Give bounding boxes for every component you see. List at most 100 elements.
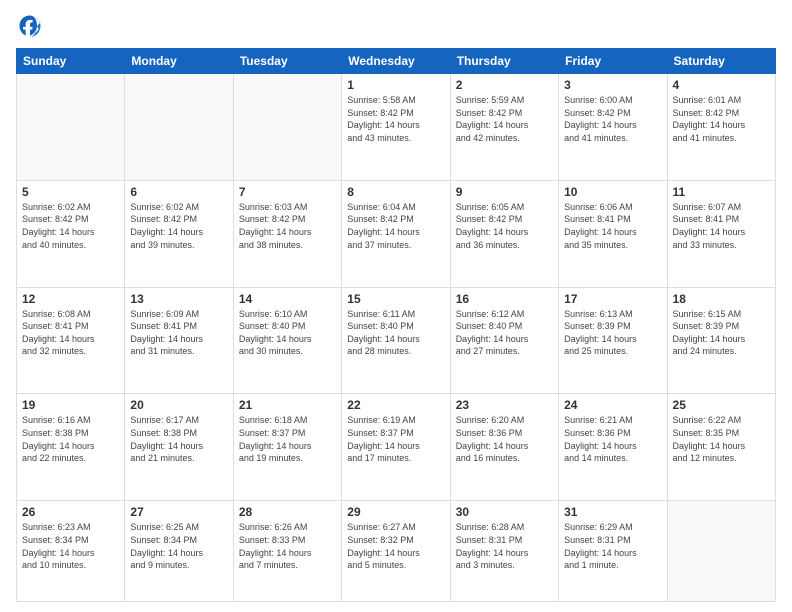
calendar-day-31: 31 Sunrise: 6:29 AM Sunset: 8:31 PM Dayli… xyxy=(559,501,667,602)
calendar-day-empty xyxy=(667,501,775,602)
logo-icon xyxy=(16,12,44,40)
calendar-day-empty xyxy=(17,74,125,181)
calendar-day-19: 19 Sunrise: 6:16 AM Sunset: 8:38 PM Dayli… xyxy=(17,394,125,501)
day-number: 7 xyxy=(239,185,336,199)
day-number: 3 xyxy=(564,78,661,92)
day-number: 29 xyxy=(347,505,444,519)
calendar-day-24: 24 Sunrise: 6:21 AM Sunset: 8:36 PM Dayli… xyxy=(559,394,667,501)
day-info: Sunrise: 6:10 AM Sunset: 8:40 PM Dayligh… xyxy=(239,308,336,358)
calendar-day-3: 3 Sunrise: 6:00 AM Sunset: 8:42 PM Daylig… xyxy=(559,74,667,181)
calendar-day-1: 1 Sunrise: 5:58 AM Sunset: 8:42 PM Daylig… xyxy=(342,74,450,181)
day-info: Sunrise: 5:58 AM Sunset: 8:42 PM Dayligh… xyxy=(347,94,444,144)
day-info: Sunrise: 6:03 AM Sunset: 8:42 PM Dayligh… xyxy=(239,201,336,251)
day-info: Sunrise: 6:02 AM Sunset: 8:42 PM Dayligh… xyxy=(22,201,119,251)
calendar-day-14: 14 Sunrise: 6:10 AM Sunset: 8:40 PM Dayli… xyxy=(233,287,341,394)
day-number: 20 xyxy=(130,398,227,412)
day-number: 10 xyxy=(564,185,661,199)
calendar-day-18: 18Sunrise: 6:15 AM Sunset: 8:39 PM Dayli… xyxy=(667,287,775,394)
calendar-weekday-sunday: Sunday xyxy=(17,49,125,74)
day-number: 6 xyxy=(130,185,227,199)
calendar-day-20: 20Sunrise: 6:17 AM Sunset: 8:38 PM Dayli… xyxy=(125,394,233,501)
calendar-day-9: 9 Sunrise: 6:05 AM Sunset: 8:42 PM Daylig… xyxy=(450,180,558,287)
calendar-week-row: 26 Sunrise: 6:23 AM Sunset: 8:34 PM Dayli… xyxy=(17,501,776,602)
calendar-weekday-wednesday: Wednesday xyxy=(342,49,450,74)
day-number: 26 xyxy=(22,505,119,519)
day-number: 8 xyxy=(347,185,444,199)
calendar-week-row: 19 Sunrise: 6:16 AM Sunset: 8:38 PM Dayli… xyxy=(17,394,776,501)
calendar-week-row: 5 Sunrise: 6:02 AM Sunset: 8:42 PM Daylig… xyxy=(17,180,776,287)
calendar-day-15: 15Sunrise: 6:11 AM Sunset: 8:40 PM Dayli… xyxy=(342,287,450,394)
page: SundayMondayTuesdayWednesdayThursdayFrid… xyxy=(0,0,792,612)
calendar-day-29: 29 Sunrise: 6:27 AM Sunset: 8:32 PM Dayli… xyxy=(342,501,450,602)
calendar-day-8: 8 Sunrise: 6:04 AM Sunset: 8:42 PM Daylig… xyxy=(342,180,450,287)
day-number: 13 xyxy=(130,292,227,306)
day-number: 27 xyxy=(130,505,227,519)
day-number: 31 xyxy=(564,505,661,519)
day-info: Sunrise: 6:07 AM Sunset: 8:41 PM Dayligh… xyxy=(673,201,770,251)
day-info: Sunrise: 6:27 AM Sunset: 8:32 PM Dayligh… xyxy=(347,521,444,571)
calendar-day-12: 12 Sunrise: 6:08 AM Sunset: 8:41 PM Dayli… xyxy=(17,287,125,394)
calendar-day-26: 26 Sunrise: 6:23 AM Sunset: 8:34 PM Dayli… xyxy=(17,501,125,602)
day-info: Sunrise: 6:25 AM Sunset: 8:34 PM Dayligh… xyxy=(130,521,227,571)
day-number: 16 xyxy=(456,292,553,306)
day-info: Sunrise: 6:08 AM Sunset: 8:41 PM Dayligh… xyxy=(22,308,119,358)
calendar-day-5: 5 Sunrise: 6:02 AM Sunset: 8:42 PM Daylig… xyxy=(17,180,125,287)
day-info: Sunrise: 6:19 AM Sunset: 8:37 PM Dayligh… xyxy=(347,414,444,464)
calendar-day-13: 13 Sunrise: 6:09 AM Sunset: 8:41 PM Dayli… xyxy=(125,287,233,394)
header xyxy=(16,12,776,40)
day-number: 12 xyxy=(22,292,119,306)
day-number: 24 xyxy=(564,398,661,412)
calendar-day-25: 25Sunrise: 6:22 AM Sunset: 8:35 PM Dayli… xyxy=(667,394,775,501)
day-info: Sunrise: 6:21 AM Sunset: 8:36 PM Dayligh… xyxy=(564,414,661,464)
day-info: Sunrise: 6:02 AM Sunset: 8:42 PM Dayligh… xyxy=(130,201,227,251)
calendar-day-10: 10Sunrise: 6:06 AM Sunset: 8:41 PM Dayli… xyxy=(559,180,667,287)
day-info: Sunrise: 6:01 AM Sunset: 8:42 PM Dayligh… xyxy=(673,94,770,144)
day-info: Sunrise: 6:28 AM Sunset: 8:31 PM Dayligh… xyxy=(456,521,553,571)
day-info: Sunrise: 5:59 AM Sunset: 8:42 PM Dayligh… xyxy=(456,94,553,144)
calendar-day-21: 21 Sunrise: 6:18 AM Sunset: 8:37 PM Dayli… xyxy=(233,394,341,501)
day-number: 28 xyxy=(239,505,336,519)
calendar-day-2: 2Sunrise: 5:59 AM Sunset: 8:42 PM Daylig… xyxy=(450,74,558,181)
day-info: Sunrise: 6:13 AM Sunset: 8:39 PM Dayligh… xyxy=(564,308,661,358)
calendar-day-28: 28 Sunrise: 6:26 AM Sunset: 8:33 PM Dayli… xyxy=(233,501,341,602)
calendar-day-22: 22 Sunrise: 6:19 AM Sunset: 8:37 PM Dayli… xyxy=(342,394,450,501)
calendar-day-empty xyxy=(233,74,341,181)
day-number: 21 xyxy=(239,398,336,412)
day-number: 19 xyxy=(22,398,119,412)
calendar-table: SundayMondayTuesdayWednesdayThursdayFrid… xyxy=(16,48,776,602)
calendar-day-6: 6 Sunrise: 6:02 AM Sunset: 8:42 PM Daylig… xyxy=(125,180,233,287)
day-number: 9 xyxy=(456,185,553,199)
day-number: 5 xyxy=(22,185,119,199)
day-info: Sunrise: 6:23 AM Sunset: 8:34 PM Dayligh… xyxy=(22,521,119,571)
calendar-weekday-monday: Monday xyxy=(125,49,233,74)
day-info: Sunrise: 6:29 AM Sunset: 8:31 PM Dayligh… xyxy=(564,521,661,571)
calendar-day-16: 16 Sunrise: 6:12 AM Sunset: 8:40 PM Dayli… xyxy=(450,287,558,394)
day-number: 4 xyxy=(673,78,770,92)
day-info: Sunrise: 6:00 AM Sunset: 8:42 PM Dayligh… xyxy=(564,94,661,144)
day-number: 14 xyxy=(239,292,336,306)
calendar-day-empty xyxy=(125,74,233,181)
day-number: 22 xyxy=(347,398,444,412)
calendar-header-row: SundayMondayTuesdayWednesdayThursdayFrid… xyxy=(17,49,776,74)
day-number: 23 xyxy=(456,398,553,412)
day-info: Sunrise: 6:11 AM Sunset: 8:40 PM Dayligh… xyxy=(347,308,444,358)
calendar-day-4: 4 Sunrise: 6:01 AM Sunset: 8:42 PM Daylig… xyxy=(667,74,775,181)
calendar-weekday-friday: Friday xyxy=(559,49,667,74)
day-number: 17 xyxy=(564,292,661,306)
day-info: Sunrise: 6:18 AM Sunset: 8:37 PM Dayligh… xyxy=(239,414,336,464)
day-number: 1 xyxy=(347,78,444,92)
day-info: Sunrise: 6:12 AM Sunset: 8:40 PM Dayligh… xyxy=(456,308,553,358)
day-info: Sunrise: 6:05 AM Sunset: 8:42 PM Dayligh… xyxy=(456,201,553,251)
calendar-day-30: 30Sunrise: 6:28 AM Sunset: 8:31 PM Dayli… xyxy=(450,501,558,602)
calendar-day-17: 17 Sunrise: 6:13 AM Sunset: 8:39 PM Dayli… xyxy=(559,287,667,394)
day-info: Sunrise: 6:20 AM Sunset: 8:36 PM Dayligh… xyxy=(456,414,553,464)
calendar-day-23: 23 Sunrise: 6:20 AM Sunset: 8:36 PM Dayli… xyxy=(450,394,558,501)
calendar-weekday-tuesday: Tuesday xyxy=(233,49,341,74)
day-info: Sunrise: 6:04 AM Sunset: 8:42 PM Dayligh… xyxy=(347,201,444,251)
day-number: 18 xyxy=(673,292,770,306)
day-info: Sunrise: 6:26 AM Sunset: 8:33 PM Dayligh… xyxy=(239,521,336,571)
calendar-weekday-thursday: Thursday xyxy=(450,49,558,74)
day-info: Sunrise: 6:16 AM Sunset: 8:38 PM Dayligh… xyxy=(22,414,119,464)
day-info: Sunrise: 6:09 AM Sunset: 8:41 PM Dayligh… xyxy=(130,308,227,358)
calendar-day-27: 27 Sunrise: 6:25 AM Sunset: 8:34 PM Dayli… xyxy=(125,501,233,602)
